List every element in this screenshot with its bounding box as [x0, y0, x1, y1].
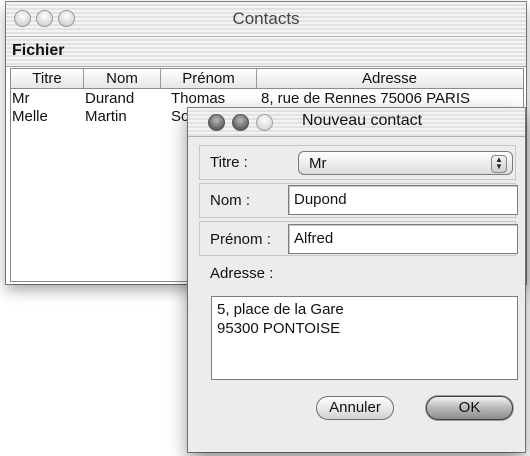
cell-nom: Martin	[85, 108, 127, 125]
column-header-prenom[interactable]: Prénom	[161, 69, 257, 88]
menu-bar: Fichier	[6, 37, 526, 67]
contacts-titlebar[interactable]: Contacts	[6, 2, 526, 37]
adresse-label: Adresse :	[210, 265, 274, 282]
column-header-titre[interactable]: Titre	[11, 69, 84, 88]
ok-button[interactable]: OK	[426, 396, 513, 420]
column-header-adresse[interactable]: Adresse	[257, 69, 522, 88]
dialog-title: Nouveau contact	[302, 112, 423, 129]
menu-fichier[interactable]: Fichier	[12, 42, 64, 60]
updown-arrows-icon: ▲ ▼	[491, 155, 507, 173]
close-icon[interactable]	[208, 114, 225, 131]
titre-popup[interactable]: Mr ▲ ▼	[298, 151, 513, 175]
zoom-icon[interactable]	[256, 114, 273, 131]
prenom-label: Prénom :	[210, 231, 271, 248]
nom-field[interactable]: Dupond	[288, 185, 518, 215]
adresse-field[interactable]: 5, place de la Gare 95300 PONTOISE	[211, 296, 518, 380]
column-header-nom[interactable]: Nom	[84, 69, 161, 88]
cell-titre: Mr	[12, 90, 30, 107]
minimize-icon[interactable]	[232, 114, 249, 131]
cell-titre: Melle	[12, 108, 48, 125]
window-title: Contacts	[232, 9, 300, 28]
table-header: Titre Nom Prénom Adresse	[11, 69, 523, 89]
cancel-button[interactable]: Annuler	[316, 396, 394, 420]
titre-popup-value: Mr	[309, 155, 327, 172]
dialog-titlebar[interactable]: Nouveau contact	[188, 108, 525, 137]
titre-label: Titre :	[210, 154, 248, 171]
nom-label: Nom :	[210, 192, 251, 209]
cell-adresse: 8, rue de Rennes 75006 PARIS	[261, 90, 471, 107]
cell-nom: Durand	[85, 90, 135, 107]
cell-prenom: Thomas	[171, 90, 226, 107]
prenom-field[interactable]: Alfred	[288, 224, 518, 254]
